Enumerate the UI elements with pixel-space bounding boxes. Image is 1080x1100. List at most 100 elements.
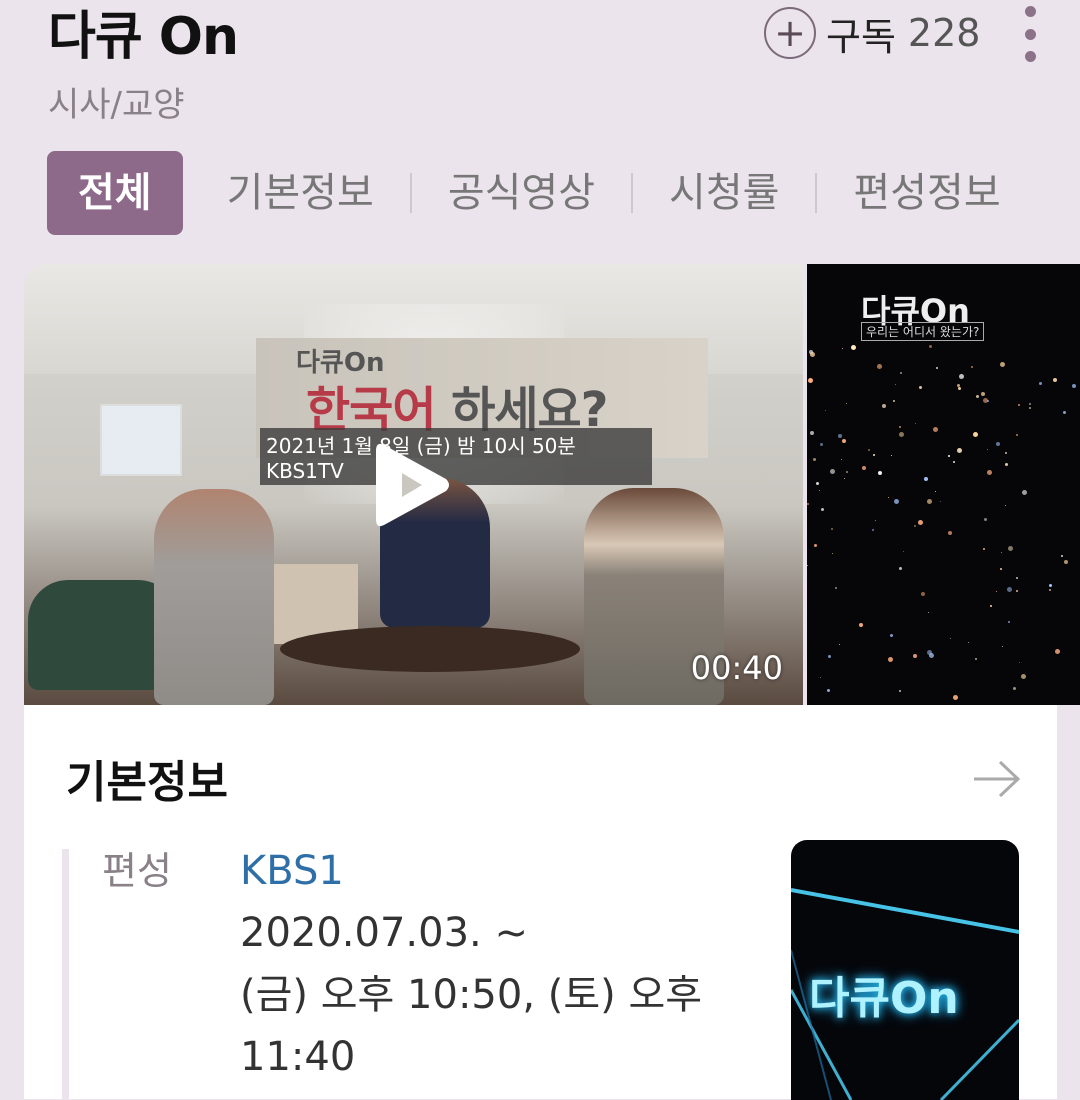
star <box>996 442 1000 446</box>
star <box>1013 687 1016 690</box>
tab-ratings[interactable]: 시청률 <box>633 151 815 235</box>
star <box>919 386 922 389</box>
star <box>983 548 985 550</box>
video-thumbnail-main[interactable]: 다큐On 한국어 하세요? 2021년 1월 8일 (금) 밤 10시 50분 … <box>24 264 803 705</box>
program-category: 시사/교양 <box>48 85 185 125</box>
sign-date: 2021년 1월 8일 (금) 밤 10시 50분 KBS1TV <box>260 428 652 485</box>
star <box>872 529 874 531</box>
start-date: 2020.07.03. ~ <box>240 910 528 956</box>
star <box>1007 587 1012 592</box>
star <box>827 689 830 692</box>
star <box>878 471 882 475</box>
star <box>820 677 821 678</box>
star <box>899 690 901 692</box>
star <box>899 432 904 437</box>
star <box>899 567 902 570</box>
star <box>816 482 819 485</box>
star <box>957 448 962 453</box>
star <box>890 634 893 637</box>
star <box>831 528 833 530</box>
star <box>846 471 848 473</box>
star <box>918 520 923 525</box>
scene-wall-frame <box>100 404 182 476</box>
star <box>903 551 904 552</box>
channel-link[interactable]: KBS1 <box>240 845 344 897</box>
star <box>838 434 842 438</box>
star <box>862 466 866 470</box>
star <box>1002 646 1003 647</box>
star <box>1064 560 1068 564</box>
poster-logo: 다큐On <box>809 973 959 1024</box>
star <box>973 432 978 437</box>
more-vertical-icon[interactable] <box>1016 4 1044 64</box>
star <box>1061 555 1063 557</box>
star <box>825 410 826 411</box>
video-subtitle: 우리는 어디서 왔는가? <box>861 322 985 341</box>
star <box>921 592 925 596</box>
star <box>990 605 992 607</box>
star <box>842 439 846 443</box>
star <box>983 398 988 403</box>
star <box>927 499 932 504</box>
star <box>820 443 823 446</box>
tab-official-videos[interactable]: 공식영상 <box>412 151 631 235</box>
star <box>1016 590 1018 592</box>
star <box>953 461 955 463</box>
program-title: 다큐 On <box>48 7 239 67</box>
air-time-continued: 11:40 <box>240 1034 356 1080</box>
star <box>948 455 950 457</box>
star <box>807 565 808 566</box>
video-thumbnail-second[interactable]: 다큐On 우리는 어디서 왔는가? <box>807 264 1080 705</box>
star <box>996 591 997 592</box>
tab-bar: 전체 기본정보 공식영상 시청률 편성정보 <box>47 151 1037 235</box>
star <box>928 612 929 613</box>
subscribe-button[interactable]: + 구독 228 <box>764 4 980 62</box>
star <box>1016 577 1018 579</box>
star <box>808 378 813 383</box>
star <box>819 490 820 491</box>
star <box>1055 649 1060 654</box>
star <box>971 366 973 368</box>
star <box>851 345 856 350</box>
star <box>950 638 951 639</box>
star <box>832 553 833 554</box>
schedule-label: 편성 <box>102 849 172 893</box>
play-icon[interactable] <box>374 439 452 531</box>
subscriber-count: 228 <box>907 11 981 55</box>
star <box>975 658 977 660</box>
star <box>948 531 952 535</box>
star <box>1019 662 1020 663</box>
arrow-right-icon[interactable] <box>972 759 1022 799</box>
star <box>959 374 964 379</box>
star <box>875 520 876 521</box>
star <box>900 372 902 374</box>
star <box>953 695 958 700</box>
star <box>842 348 843 349</box>
star <box>914 525 916 527</box>
tab-schedule[interactable]: 편성정보 <box>817 151 1036 235</box>
scene-table <box>280 626 580 672</box>
basic-info-card: 기본정보 편성 KBS1 2020.07.03. ~ (금) 오후 10:50,… <box>24 705 1057 1100</box>
star <box>828 655 831 658</box>
star <box>984 518 987 521</box>
star <box>915 423 916 424</box>
star <box>936 367 938 369</box>
star <box>844 478 845 479</box>
tab-basic-info[interactable]: 기본정보 <box>191 151 410 235</box>
star <box>888 497 889 498</box>
star <box>924 477 928 481</box>
star <box>933 427 938 432</box>
star <box>1000 362 1005 367</box>
program-poster[interactable]: 다큐On <box>791 840 1019 1100</box>
star <box>1008 621 1010 623</box>
star <box>859 623 863 627</box>
star <box>1029 407 1031 409</box>
star <box>1021 674 1026 679</box>
star <box>839 644 840 645</box>
video-duration: 00:40 <box>690 649 783 687</box>
tab-all[interactable]: 전체 <box>47 151 183 235</box>
star <box>1018 404 1020 406</box>
star <box>981 392 985 396</box>
star <box>1005 463 1008 466</box>
star <box>940 501 941 502</box>
